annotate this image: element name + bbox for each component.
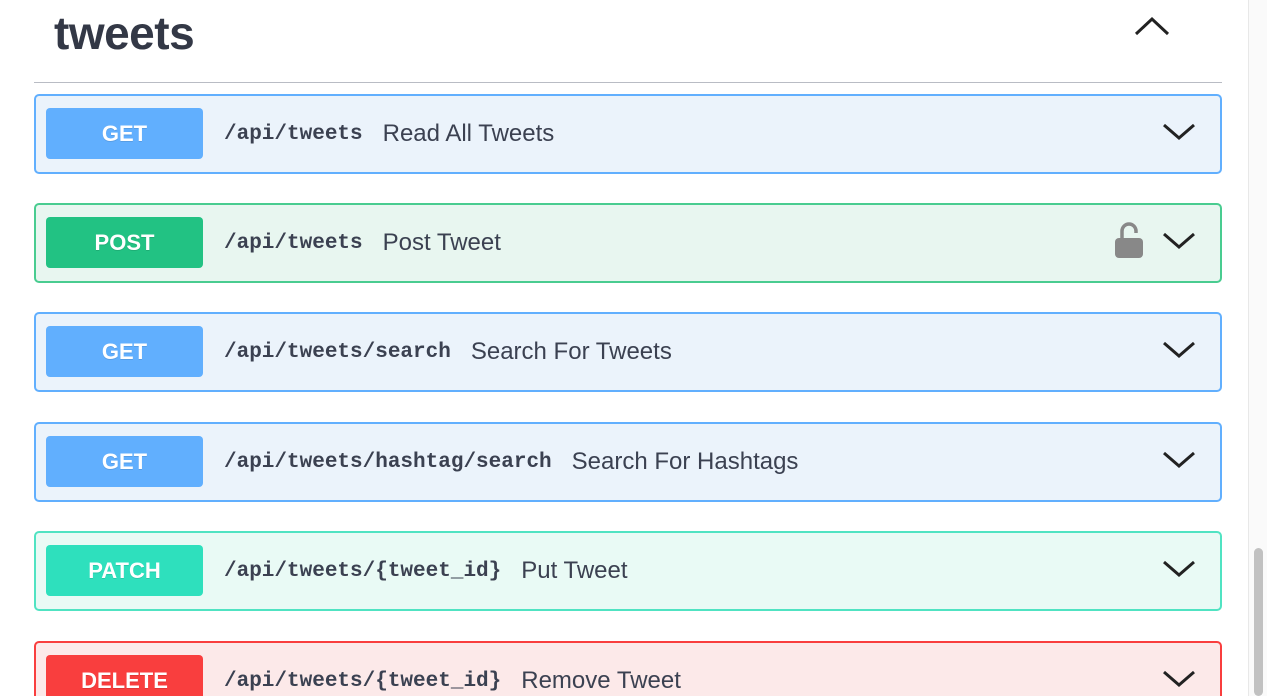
- scrollbar-thumb[interactable]: [1254, 548, 1263, 696]
- method-badge: GET: [46, 436, 203, 487]
- method-badge: DELETE: [46, 655, 203, 696]
- operation-summary: /api/tweets/search Search For Tweets: [224, 314, 672, 390]
- chevron-down-icon: [1163, 341, 1195, 358]
- method-badge: PATCH: [46, 545, 203, 596]
- collapse-section-button[interactable]: [1130, 10, 1174, 44]
- operation-get-read-all-tweets[interactable]: GET /api/tweets Read All Tweets: [34, 94, 1222, 174]
- swagger-page: tweets GET /api/tweets Read All Tweets P…: [0, 0, 1267, 696]
- chevron-down-icon: [1163, 451, 1195, 468]
- operation-patch-put-tweet[interactable]: PATCH /api/tweets/{tweet_id} Put Tweet: [34, 531, 1222, 611]
- operation-summary: /api/tweets/{tweet_id} Remove Tweet: [224, 643, 681, 696]
- operation-description: Put Tweet: [521, 557, 628, 584]
- chevron-down-icon: [1163, 123, 1195, 140]
- operation-summary: /api/tweets Read All Tweets: [224, 96, 554, 172]
- expand-operation-button[interactable]: [1160, 444, 1198, 474]
- expand-operation-button[interactable]: [1160, 553, 1198, 583]
- authorize-lock-button[interactable]: [1114, 221, 1144, 259]
- chevron-down-icon: [1163, 232, 1195, 249]
- operation-path: /api/tweets/{tweet_id}: [224, 559, 502, 583]
- operation-post-post-tweet[interactable]: POST /api/tweets Post Tweet: [34, 203, 1222, 283]
- unlocked-padlock-icon: [1115, 222, 1143, 258]
- operation-get-search-for-tweets[interactable]: GET /api/tweets/search Search For Tweets: [34, 312, 1222, 392]
- operation-description: Search For Tweets: [470, 338, 672, 365]
- method-badge: GET: [46, 108, 203, 159]
- section-title: tweets: [54, 7, 195, 59]
- operation-delete-remove-tweet[interactable]: DELETE /api/tweets/{tweet_id} Remove Twe…: [34, 641, 1222, 696]
- operation-description: Read All Tweets: [382, 120, 555, 147]
- operation-description: Remove Tweet: [521, 667, 681, 694]
- chevron-down-icon: [1163, 670, 1195, 687]
- operation-path: /api/tweets: [224, 122, 363, 146]
- expand-operation-button[interactable]: [1160, 663, 1198, 693]
- expand-operation-button[interactable]: [1160, 334, 1198, 364]
- method-badge: GET: [46, 326, 203, 377]
- expand-operation-button[interactable]: [1160, 225, 1198, 255]
- operation-path: /api/tweets/hashtag/search: [224, 450, 552, 474]
- chevron-up-icon: [1134, 16, 1170, 36]
- operation-summary: /api/tweets Post Tweet: [224, 205, 501, 281]
- chevron-down-icon: [1163, 560, 1195, 577]
- operation-summary: /api/tweets/{tweet_id} Put Tweet: [224, 533, 628, 609]
- expand-operation-button[interactable]: [1160, 116, 1198, 146]
- operation-description: Search For Hashtags: [571, 448, 799, 475]
- method-badge: POST: [46, 217, 203, 268]
- operation-path: /api/tweets/{tweet_id}: [224, 669, 502, 693]
- tag-section-header[interactable]: tweets: [34, 0, 1222, 83]
- operation-summary: /api/tweets/hashtag/search Search For Ha…: [224, 424, 798, 500]
- operation-path: /api/tweets/search: [224, 340, 451, 364]
- operation-path: /api/tweets: [224, 231, 363, 255]
- operation-description: Post Tweet: [382, 229, 501, 256]
- operation-get-search-for-hashtags[interactable]: GET /api/tweets/hashtag/search Search Fo…: [34, 422, 1222, 502]
